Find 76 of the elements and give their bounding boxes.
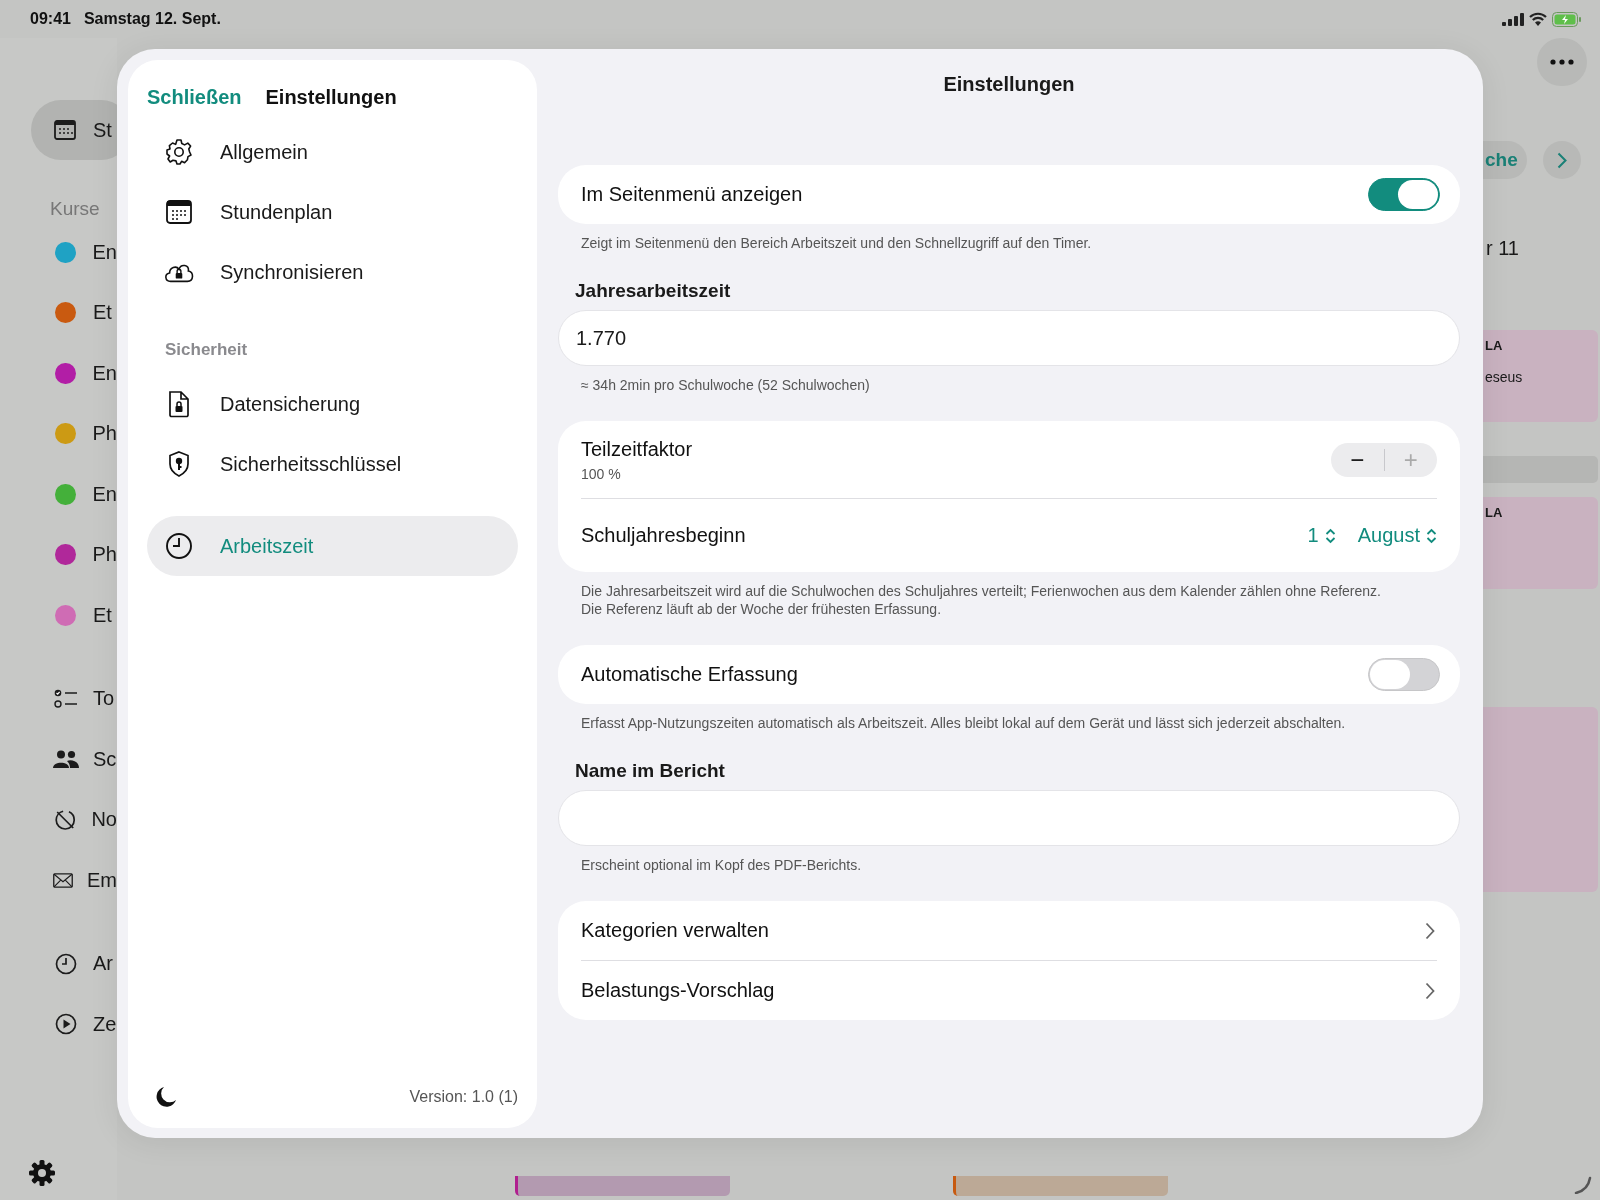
clock-icon xyxy=(53,952,79,975)
wifi-icon xyxy=(1529,12,1547,26)
battery-icon xyxy=(1552,11,1582,27)
people-icon xyxy=(53,750,79,769)
page-title: Einstellungen xyxy=(942,73,1076,97)
sidebar-item[interactable]: Ph xyxy=(92,422,117,446)
picker-button[interactable]: August xyxy=(1357,524,1437,547)
close-button[interactable]: Schließen xyxy=(147,85,242,109)
setting-value: 100 % xyxy=(581,465,622,482)
calendar-icon xyxy=(54,120,76,140)
settings-nav-item[interactable]: Arbeitszeit xyxy=(147,516,518,576)
signal-icon xyxy=(1502,12,1524,26)
more-button[interactable] xyxy=(1537,38,1587,86)
footnote: Erfasst App-Nutzungszeiten automatisch als Arbeitszeit. Alles bleibt lokal auf dem Gerät und lässt sich jederzeit abschalten. xyxy=(581,714,1347,732)
setting-label: Teilzeitfaktor xyxy=(581,437,693,461)
chevron-right-icon xyxy=(1425,921,1435,940)
scroll-indicator-icon xyxy=(1574,1176,1592,1194)
toggle-switch[interactable] xyxy=(1368,658,1440,691)
chevron-right-icon xyxy=(1425,981,1435,1000)
settings-icon[interactable] xyxy=(28,1159,56,1187)
sidebar-item[interactable]: Ze xyxy=(93,1012,117,1036)
setting-label: Schuljahresbeginn xyxy=(581,524,746,547)
checklist-icon xyxy=(53,688,79,709)
footnote: Die Jahresarbeitszeit wird auf die Schulwochen des Schuljahres verteilt; Ferienwochen aus dem Kalender zählen ohne Referenz. Die Referenz läuft ab der Woche der frühesten Erfassung. xyxy=(581,582,1382,618)
sidebar-title: Einstellungen xyxy=(265,85,397,109)
sidebar-item[interactable]: Ar xyxy=(93,952,113,976)
sidebar-item[interactable]: Ph xyxy=(92,543,117,567)
sidebar-item[interactable]: To xyxy=(93,687,115,711)
settings-nav-item[interactable]: Datensicherung xyxy=(147,374,518,434)
day-label: r 11 xyxy=(1486,237,1520,261)
status-time: 09:41 xyxy=(30,10,71,28)
section-header: Sicherheit xyxy=(165,340,249,360)
sidebar-item[interactable]: En xyxy=(92,240,117,264)
calendar-event[interactable]: LA eseus xyxy=(1483,330,1598,422)
footnote: Zeigt im Seitenmenü den Bereich Arbeitszeit und den Schnellzugriff auf den Timer. xyxy=(581,234,1093,252)
footnote: Erscheint optional im Kopf des PDF-Berichts. xyxy=(581,856,863,874)
up-down-chevron-icon xyxy=(1324,527,1336,544)
field-heading: Name im Bericht xyxy=(575,760,726,782)
toggle-switch[interactable] xyxy=(1368,178,1440,211)
settings-icon xyxy=(164,138,194,166)
input-field[interactable]: 1.770 xyxy=(558,310,1460,366)
chevron-right-icon xyxy=(1556,151,1567,169)
sidebar-item[interactable]: En xyxy=(92,482,117,506)
settings-nav-item[interactable]: Stundenplan xyxy=(147,182,518,242)
picker-button[interactable]: 1 xyxy=(1307,524,1336,547)
more-icon xyxy=(1550,59,1574,65)
sidebar-item[interactable]: Sc xyxy=(93,747,117,771)
navigation-row[interactable]: Kategorien verwalten xyxy=(581,901,1437,960)
input-field[interactable] xyxy=(558,790,1460,846)
setting-label: Im Seitenmenü anzeigen xyxy=(581,183,803,206)
envelope-icon xyxy=(53,870,73,890)
settings-nav-item[interactable]: Sicherheitsschlüssel xyxy=(147,434,518,494)
minus-button[interactable]: − xyxy=(1331,445,1384,474)
clock-icon xyxy=(164,532,194,560)
sidebar-item[interactable]: No xyxy=(91,808,117,832)
play-icon xyxy=(53,1013,79,1036)
up-down-chevron-icon xyxy=(1426,527,1437,544)
no-entry-icon xyxy=(53,808,78,831)
status-date: Samstag 12. Sept. xyxy=(83,10,221,28)
navigation-row[interactable]: Belastungs-Vorschlag xyxy=(581,961,1437,1020)
calendar-icon xyxy=(164,199,194,225)
stepper[interactable]: − + xyxy=(1331,442,1437,477)
sidebar-item[interactable]: Et xyxy=(93,603,112,627)
sidebar-item[interactable]: Et xyxy=(93,301,112,325)
calendar-event[interactable]: LA xyxy=(1483,497,1598,589)
version-label: Version: 1.0 (1) xyxy=(409,1088,518,1106)
sidebar-item[interactable]: En xyxy=(92,361,117,385)
settings-nav-item[interactable]: Allgemein xyxy=(147,122,518,182)
sidebar-item[interactable]: Em xyxy=(87,868,117,892)
next-button[interactable] xyxy=(1542,141,1581,179)
section-header: Kurse xyxy=(50,198,101,221)
setting-label: Automatische Erfassung xyxy=(581,663,798,686)
footnote: ≈ 34h 2min pro Schulwoche (52 Schulwochen) xyxy=(581,376,871,394)
moon-icon[interactable] xyxy=(155,1086,177,1108)
field-heading: Jahresarbeitszeit xyxy=(575,280,732,302)
settings-nav-item[interactable]: Synchronisieren xyxy=(147,242,518,302)
